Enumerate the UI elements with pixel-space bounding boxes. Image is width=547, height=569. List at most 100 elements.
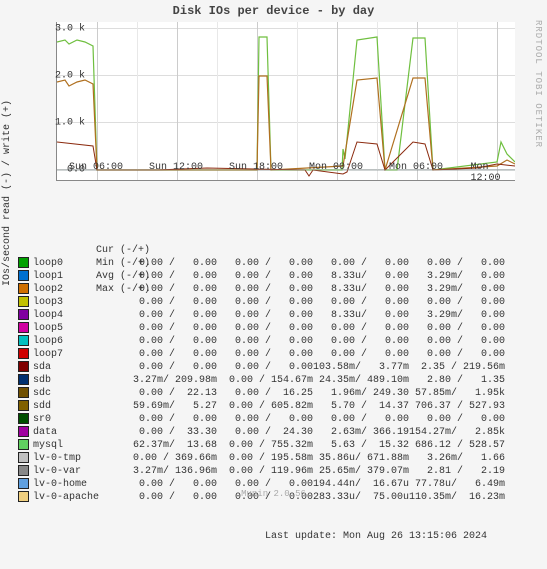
cur-val: 3.27m/ 209.98m	[121, 374, 217, 387]
avg-val: 103.58m/ 3.77m	[313, 361, 409, 374]
series-name: loop2	[33, 283, 121, 296]
min-val: 0.00 / 755.32m	[217, 439, 313, 452]
col-header: Cur (-/+)	[54, 244, 150, 257]
max-val: 3.29m/ 0.00	[409, 270, 505, 283]
rrdtool-watermark: RRDTOOL TOBI OETIKER	[533, 20, 543, 148]
avg-val: 0.00 / 0.00	[313, 348, 409, 361]
legend-row: lv-0-var3.27m/ 136.96m0.00 / 119.96m25.6…	[18, 465, 505, 478]
avg-val: 2.63m/ 366.19	[313, 426, 409, 439]
legend-row: loop00.00 / 0.000.00 / 0.000.00 / 0.000.…	[18, 257, 505, 270]
swatch-icon	[18, 452, 29, 463]
series-name: lv-0-tmp	[33, 452, 121, 465]
swatch-icon	[18, 465, 29, 476]
cur-val: 59.69m/ 5.27	[121, 400, 217, 413]
avg-val: 0.00 / 0.00	[313, 413, 409, 426]
min-val: 0.00 / 154.67m	[217, 374, 313, 387]
ytick: 1.0 k	[55, 118, 85, 129]
max-val: 0.00 / 0.00	[409, 257, 505, 270]
cur-val: 3.27m/ 136.96m	[121, 465, 217, 478]
min-val: 0.00 / 0.00	[217, 309, 313, 322]
min-val: 0.00 / 0.00	[217, 335, 313, 348]
swatch-icon	[18, 387, 29, 398]
series-name: loop3	[33, 296, 121, 309]
min-val: 0.00 / 16.25	[217, 387, 313, 400]
xtick: Mon 00:00	[309, 162, 363, 173]
min-val: 0.00 / 119.96m	[217, 465, 313, 478]
legend-row: sr00.00 / 0.000.00 / 0.000.00 / 0.000.00…	[18, 413, 505, 426]
series-name: mysql	[33, 439, 121, 452]
xtick: Sun 18:00	[229, 162, 283, 173]
legend-row: lv-0-tmp0.00 / 369.66m0.00 / 195.58m35.8…	[18, 452, 505, 465]
series-name: sda	[33, 361, 121, 374]
chart-title: Disk IOs per device - by day	[0, 0, 547, 18]
swatch-icon	[18, 296, 29, 307]
min-val: 0.00 / 0.00	[217, 270, 313, 283]
legend-row: mysql62.37m/ 13.680.00 / 755.32m5.63 / 1…	[18, 439, 505, 452]
min-val: 0.00 / 24.30	[217, 426, 313, 439]
min-val: 0.00 / 0.00	[217, 348, 313, 361]
avg-val: 0.00 / 0.00	[313, 322, 409, 335]
legend-row: loop60.00 / 0.000.00 / 0.000.00 / 0.000.…	[18, 335, 505, 348]
max-val: 0.00 / 0.00	[409, 413, 505, 426]
series-name: loop0	[33, 257, 121, 270]
cur-val: 0.00 / 0.00	[121, 296, 217, 309]
series-name: loop7	[33, 348, 121, 361]
legend-table: Cur (-/+) Min (-/+) Avg (-/+) Max (-/+) …	[18, 192, 505, 569]
min-val: 0.00 / 0.00	[217, 361, 313, 374]
swatch-icon	[18, 439, 29, 450]
last-update: Last update: Mon Aug 26 13:15:06 2024	[18, 530, 505, 543]
series-name: sdc	[33, 387, 121, 400]
max-val: 0.00 / 0.00	[409, 335, 505, 348]
max-val: 0.00 / 0.00	[409, 296, 505, 309]
legend-row: loop50.00 / 0.000.00 / 0.000.00 / 0.000.…	[18, 322, 505, 335]
swatch-icon	[18, 478, 29, 489]
series-name: loop5	[33, 322, 121, 335]
series-name: data	[33, 426, 121, 439]
legend-row: loop10.00 / 0.000.00 / 0.008.33u/ 0.003.…	[18, 270, 505, 283]
max-val: 2.80 / 1.35	[409, 374, 505, 387]
max-val: 706.37 / 527.93	[409, 400, 505, 413]
avg-val: 1.96m/ 249.30	[313, 387, 409, 400]
series-name: sdb	[33, 374, 121, 387]
series-name: lv-0-var	[33, 465, 121, 478]
avg-val: 5.70 / 14.37	[313, 400, 409, 413]
xtick: Mon 12:00	[471, 162, 522, 184]
series-name: sdd	[33, 400, 121, 413]
cur-val: 0.00 / 0.00	[121, 257, 217, 270]
max-val: 3.29m/ 0.00	[409, 283, 505, 296]
plot-area	[56, 22, 515, 181]
cur-val: 0.00 / 0.00	[121, 413, 217, 426]
avg-val: 0.00 / 0.00	[313, 257, 409, 270]
avg-val: 25.65m/ 379.07m	[313, 465, 409, 478]
max-val: 57.85m/ 1.95k	[409, 387, 505, 400]
series-name: loop4	[33, 309, 121, 322]
footer-credit: Munin 2.0.56	[0, 489, 547, 499]
cur-val: 62.37m/ 13.68	[121, 439, 217, 452]
swatch-icon	[18, 335, 29, 346]
cur-val: 0.00 / 0.00	[121, 361, 217, 374]
min-val: 0.00 / 0.00	[217, 413, 313, 426]
swatch-icon	[18, 322, 29, 333]
max-val: 2.81 / 2.19	[409, 465, 505, 478]
swatch-icon	[18, 413, 29, 424]
swatch-icon	[18, 348, 29, 359]
legend-row: loop40.00 / 0.000.00 / 0.008.33u/ 0.003.…	[18, 309, 505, 322]
legend-row: sdb3.27m/ 209.98m0.00 / 154.67m24.35m/ 4…	[18, 374, 505, 387]
legend-row: sdd59.69m/ 5.270.00 / 605.82m5.70 / 14.3…	[18, 400, 505, 413]
swatch-icon	[18, 309, 29, 320]
swatch-icon	[18, 283, 29, 294]
cur-val: 0.00 / 0.00	[121, 335, 217, 348]
ytick: 3.0 k	[55, 24, 85, 35]
chart-lines	[57, 22, 515, 180]
swatch-icon	[18, 361, 29, 372]
min-val: 0.00 / 0.00	[217, 296, 313, 309]
legend-row: sda0.00 / 0.000.00 / 0.00103.58m/ 3.77m2…	[18, 361, 505, 374]
avg-val: 8.33u/ 0.00	[313, 309, 409, 322]
max-val: 3.29m/ 0.00	[409, 309, 505, 322]
legend-row: loop70.00 / 0.000.00 / 0.000.00 / 0.000.…	[18, 348, 505, 361]
avg-val: 5.63 / 15.32	[313, 439, 409, 452]
legend-row: loop30.00 / 0.000.00 / 0.000.00 / 0.000.…	[18, 296, 505, 309]
series-name: loop1	[33, 270, 121, 283]
max-val: 154.27m/ 2.85k	[409, 426, 505, 439]
xtick: Sun 12:00	[149, 162, 203, 173]
